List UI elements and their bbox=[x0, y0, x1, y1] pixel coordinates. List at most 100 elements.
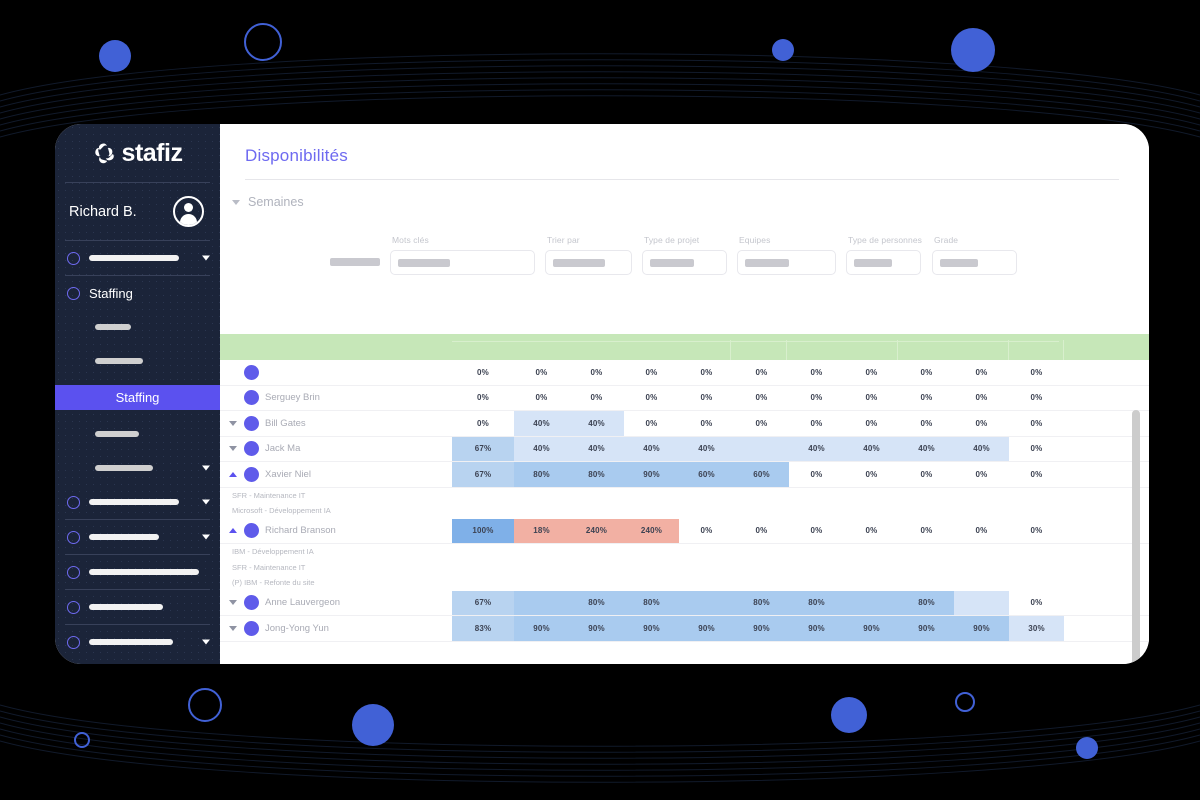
availability-cell[interactable] bbox=[734, 436, 789, 461]
availability-cell[interactable]: 0% bbox=[569, 385, 624, 410]
sidebar-item-10[interactable] bbox=[55, 590, 220, 624]
availability-cell[interactable]: 67% bbox=[452, 590, 514, 615]
table-row[interactable]: Serguey Brin 0% 0% 0% 0% 0% 0% 0% 0% 0% 0% 0% bbox=[220, 385, 1149, 411]
availability-cell[interactable]: 0% bbox=[514, 360, 569, 385]
availability-cell[interactable]: 80% bbox=[569, 590, 624, 615]
sidebar-item-staffing-active[interactable]: Staffing bbox=[55, 378, 220, 417]
availability-cell[interactable]: 83% bbox=[452, 616, 514, 641]
chevron-down-icon[interactable] bbox=[202, 499, 210, 505]
availability-cell[interactable]: 90% bbox=[569, 616, 624, 641]
availability-cell[interactable]: 0% bbox=[679, 385, 734, 410]
availability-cell[interactable]: 60% bbox=[734, 462, 789, 487]
availability-cell[interactable]: 80% bbox=[569, 462, 624, 487]
availability-cell[interactable]: 0% bbox=[844, 518, 899, 543]
availability-cell[interactable]: 0% bbox=[1009, 462, 1064, 487]
sidebar-item-8[interactable] bbox=[55, 520, 220, 554]
row-collapse-icon[interactable] bbox=[228, 528, 238, 534]
availability-cell[interactable]: 0% bbox=[624, 360, 679, 385]
availability-cell[interactable]: 0% bbox=[844, 360, 899, 385]
availability-cell[interactable]: 0% bbox=[954, 385, 1009, 410]
availability-cell[interactable]: 90% bbox=[789, 616, 844, 641]
availability-cell[interactable]: 0% bbox=[734, 411, 789, 436]
availability-cell[interactable]: 0% bbox=[899, 360, 954, 385]
availability-cell[interactable]: 60% bbox=[679, 462, 734, 487]
sidebar-item-2[interactable] bbox=[55, 310, 220, 344]
availability-cell[interactable]: 0% bbox=[899, 411, 954, 436]
availability-cell[interactable]: 90% bbox=[624, 616, 679, 641]
availability-cell[interactable]: 0% bbox=[789, 385, 844, 410]
availability-cell[interactable]: 0% bbox=[1009, 518, 1064, 543]
availability-cell[interactable]: 0% bbox=[954, 411, 1009, 436]
table-subrow[interactable]: SFR - Maintenance IT bbox=[220, 488, 1149, 504]
sidebar-item-6[interactable] bbox=[55, 451, 220, 485]
availability-cell[interactable]: 0% bbox=[1009, 590, 1064, 615]
availability-cell[interactable]: 40% bbox=[789, 436, 844, 461]
row-expand-icon[interactable] bbox=[228, 446, 238, 452]
sidebar-user[interactable]: Richard B. bbox=[55, 183, 220, 240]
chevron-down-icon[interactable] bbox=[202, 255, 210, 261]
availability-cell[interactable]: 0% bbox=[1009, 385, 1064, 410]
availability-cell[interactable]: 0% bbox=[679, 411, 734, 436]
table-row[interactable]: Xavier Niel 67% 80% 80% 90% 60% 60% 0% 0% 0% 0% 0% bbox=[220, 462, 1149, 488]
availability-cell[interactable] bbox=[954, 590, 1009, 615]
filter-input[interactable] bbox=[737, 250, 836, 275]
availability-cell[interactable]: 67% bbox=[452, 436, 514, 461]
availability-cell[interactable]: 40% bbox=[514, 411, 569, 436]
filter-input[interactable] bbox=[846, 250, 921, 275]
chevron-down-icon[interactable] bbox=[202, 534, 210, 540]
table-subrow[interactable]: (P) IBM - Refonte du site bbox=[220, 575, 1149, 591]
row-expand-icon[interactable] bbox=[228, 420, 238, 426]
availability-cell[interactable]: 80% bbox=[789, 590, 844, 615]
sidebar-item-7[interactable] bbox=[55, 485, 220, 519]
availability-cell[interactable]: 0% bbox=[624, 385, 679, 410]
availability-cell[interactable]: 0% bbox=[679, 360, 734, 385]
sidebar-item-5[interactable] bbox=[55, 417, 220, 451]
availability-cell[interactable]: 0% bbox=[1009, 360, 1064, 385]
availability-cell[interactable]: 0% bbox=[954, 518, 1009, 543]
sidebar-item-3[interactable] bbox=[55, 344, 220, 378]
availability-cell[interactable]: 80% bbox=[899, 590, 954, 615]
sidebar-item-0[interactable] bbox=[55, 241, 220, 275]
row-expand-icon[interactable] bbox=[228, 625, 238, 631]
availability-cell[interactable]: 40% bbox=[569, 436, 624, 461]
availability-cell[interactable]: 0% bbox=[624, 411, 679, 436]
availability-cell[interactable]: 0% bbox=[789, 411, 844, 436]
availability-cell[interactable]: 80% bbox=[624, 590, 679, 615]
availability-cell[interactable]: 90% bbox=[734, 616, 789, 641]
availability-cell[interactable]: 0% bbox=[679, 518, 734, 543]
table-subrow[interactable]: SFR - Maintenance IT bbox=[220, 560, 1149, 576]
user-avatar-icon[interactable] bbox=[173, 196, 204, 227]
availability-cell[interactable]: 0% bbox=[844, 411, 899, 436]
availability-cell[interactable]: 67% bbox=[452, 462, 514, 487]
availability-cell[interactable]: 0% bbox=[954, 360, 1009, 385]
table-subrow[interactable]: Microsoft - Développement IA bbox=[220, 503, 1149, 519]
chevron-down-icon[interactable] bbox=[202, 639, 210, 645]
availability-cell[interactable]: 100% bbox=[452, 518, 514, 543]
availability-cell[interactable]: 0% bbox=[452, 411, 514, 436]
brand-logo[interactable]: stafiz bbox=[55, 124, 220, 182]
availability-cell[interactable]: 0% bbox=[452, 360, 514, 385]
availability-cell[interactable]: 90% bbox=[679, 616, 734, 641]
availability-cell[interactable]: 0% bbox=[452, 385, 514, 410]
availability-cell[interactable]: 0% bbox=[1009, 436, 1064, 461]
table-row[interactable]: Jong-Yong Yun 83% 90% 90% 90% 90% 90% 90% 90% 90%… bbox=[220, 616, 1149, 642]
availability-cell[interactable]: 0% bbox=[954, 462, 1009, 487]
table-subrow[interactable]: IBM - Développement IA bbox=[220, 544, 1149, 560]
availability-cell[interactable]: 80% bbox=[734, 590, 789, 615]
availability-cell[interactable]: 90% bbox=[624, 462, 679, 487]
availability-cell[interactable]: 0% bbox=[899, 462, 954, 487]
table-row[interactable]: Anne Lauvergeon 67% 80% 80% 80% 80% 80% 0% bbox=[220, 590, 1149, 616]
availability-cell[interactable]: 40% bbox=[679, 436, 734, 461]
row-collapse-icon[interactable] bbox=[228, 471, 238, 477]
availability-cell[interactable] bbox=[679, 590, 734, 615]
group-by-weeks[interactable]: Semaines bbox=[220, 180, 1149, 209]
availability-cell[interactable]: 0% bbox=[899, 518, 954, 543]
availability-cell[interactable]: 30% bbox=[1009, 616, 1064, 641]
availability-cell[interactable]: 40% bbox=[514, 436, 569, 461]
availability-cell[interactable]: 40% bbox=[624, 436, 679, 461]
availability-cell[interactable]: 40% bbox=[954, 436, 1009, 461]
availability-cell[interactable]: 40% bbox=[899, 436, 954, 461]
availability-cell[interactable]: 0% bbox=[514, 385, 569, 410]
availability-cell[interactable]: 0% bbox=[734, 518, 789, 543]
availability-cell[interactable]: 0% bbox=[844, 385, 899, 410]
